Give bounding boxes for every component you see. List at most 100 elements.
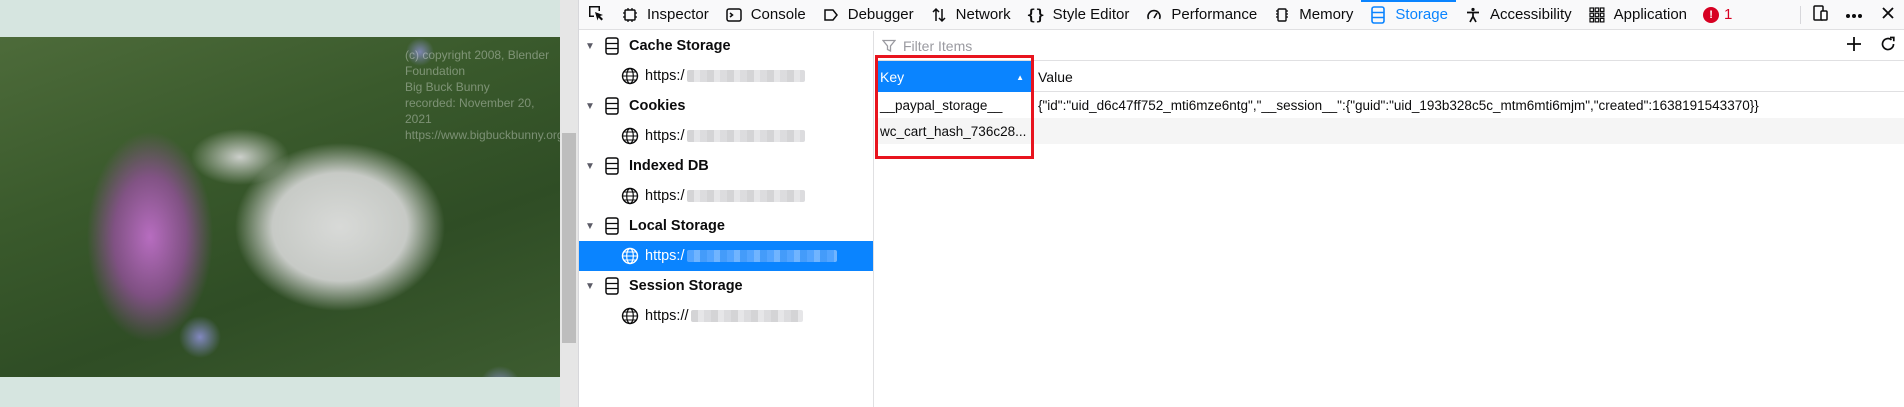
tree-item-label: https:/ [645, 68, 685, 84]
web-page-viewport: (c) copyright 2008, Blender Foundation B… [0, 0, 560, 407]
column-header-label: Value [1038, 68, 1073, 85]
tree-group-indexed-db[interactable]: ▼ Indexed DB [579, 151, 873, 181]
tree-item-label: https:/ [645, 188, 685, 204]
tree-group-label: Indexed DB [629, 158, 709, 174]
video-frame[interactable]: (c) copyright 2008, Blender Foundation B… [0, 37, 560, 377]
tab-label: Style Editor [1052, 6, 1130, 23]
application-icon [1588, 6, 1606, 24]
tab-label: Network [955, 6, 1011, 23]
tab-debugger[interactable]: Debugger [814, 0, 922, 30]
tree-item-origin-selected[interactable]: https:/ [579, 241, 873, 271]
tab-label: Storage [1395, 6, 1448, 23]
globe-icon [621, 247, 639, 265]
expanded-arrow-icon[interactable]: ▼ [585, 281, 599, 292]
cell-key[interactable]: __paypal_storage__ [875, 98, 1032, 113]
more-options-button[interactable] [1837, 0, 1871, 30]
refresh-button[interactable] [1871, 31, 1904, 61]
memory-icon [1273, 6, 1291, 24]
table-header: Key ▲ Value [875, 61, 1904, 92]
tab-style-editor[interactable]: {} Style Editor [1019, 0, 1138, 30]
tree-item-origin[interactable]: https:/ [579, 61, 873, 91]
debugger-icon [822, 6, 840, 24]
table-row[interactable]: wc_cart_hash_736c28... [875, 118, 1904, 144]
plus-icon [1846, 36, 1862, 56]
responsive-design-icon [1811, 4, 1829, 26]
page-scrollbar[interactable] [560, 0, 578, 407]
storage-icon [605, 97, 621, 115]
storage-icon [605, 157, 621, 175]
close-icon [1881, 6, 1895, 24]
error-icon: ! [1703, 6, 1720, 23]
tree-group-session-storage[interactable]: ▼ Session Storage [579, 271, 873, 301]
tab-label: Application [1613, 6, 1688, 23]
tab-console[interactable]: Console [717, 0, 814, 30]
error-count-badge[interactable]: ! 1 [1695, 6, 1740, 23]
ellipsis-icon [1845, 6, 1863, 23]
tree-group-cookies[interactable]: ▼ Cookies [579, 91, 873, 121]
tab-accessibility[interactable]: Accessibility [1456, 0, 1580, 30]
globe-icon [621, 307, 639, 325]
tab-label: Inspector [647, 6, 709, 23]
tree-item-origin[interactable]: https:/ [579, 181, 873, 211]
tree-item-origin[interactable]: https:/ [579, 121, 873, 151]
close-devtools-button[interactable] [1871, 0, 1904, 30]
sort-ascending-icon: ▲ [1016, 73, 1024, 82]
page-scrollbar-thumb[interactable] [562, 133, 576, 343]
storage-icon [605, 277, 621, 295]
tree-group-label: Cache Storage [629, 38, 731, 54]
element-picker-icon [587, 4, 605, 26]
refresh-icon [1880, 36, 1896, 56]
tab-label: Debugger [847, 6, 914, 23]
globe-icon [621, 127, 639, 145]
tree-group-label: Local Storage [629, 218, 725, 234]
column-header-label: Key [880, 68, 905, 85]
storage-icon [1369, 5, 1387, 24]
expanded-arrow-icon[interactable]: ▼ [585, 161, 599, 172]
storage-table-panel: Key ▲ Value __paypal_storage__ {"id":"ui… [875, 31, 1904, 407]
redacted-host [686, 130, 805, 142]
tab-label: Performance [1171, 6, 1258, 23]
tab-inspector[interactable]: Inspector [613, 0, 717, 30]
table-row[interactable]: __paypal_storage__ {"id":"uid_d6c47ff752… [875, 92, 1904, 118]
tab-storage[interactable]: Storage [1361, 0, 1456, 30]
redacted-host [686, 190, 805, 202]
redacted-host [690, 310, 803, 322]
tree-item-label: https:/ [645, 248, 685, 264]
responsive-design-button[interactable] [1803, 0, 1837, 30]
tab-application[interactable]: Application [1580, 0, 1695, 30]
tab-performance[interactable]: Performance [1137, 0, 1265, 30]
devtools-toolbar: Inspector Console Debugger Network {} St… [579, 0, 1904, 30]
tree-item-origin[interactable]: https:// [579, 301, 873, 331]
tree-group-local-storage[interactable]: ▼ Local Storage [579, 211, 873, 241]
expanded-arrow-icon[interactable]: ▼ [585, 101, 599, 112]
filter-bar [875, 31, 1904, 61]
globe-icon [621, 67, 639, 85]
network-icon [930, 6, 948, 24]
tab-network[interactable]: Network [922, 0, 1019, 30]
style-editor-icon: {} [1026, 5, 1045, 24]
tree-group-cache-storage[interactable]: ▼ Cache Storage [579, 31, 873, 61]
devtools-panel: Inspector Console Debugger Network {} St… [578, 0, 1904, 407]
tab-memory[interactable]: Memory [1265, 0, 1361, 30]
storage-tree: ▼ Cache Storage https:/ ▼ Cookies https:… [579, 31, 874, 407]
cell-value[interactable]: {"id":"uid_d6c47ff752_mti6mze6ntg","__se… [1032, 98, 1904, 113]
error-count: 1 [1724, 6, 1733, 23]
element-picker-button[interactable] [579, 0, 613, 30]
storage-icon [605, 217, 621, 235]
tree-group-label: Session Storage [629, 278, 743, 294]
cell-key[interactable]: wc_cart_hash_736c28... [875, 124, 1032, 139]
redacted-host [686, 250, 837, 262]
console-icon [725, 6, 743, 24]
add-item-button[interactable] [1837, 31, 1871, 61]
inspector-icon [621, 6, 639, 24]
expanded-arrow-icon[interactable]: ▼ [585, 221, 599, 232]
toolbar-separator [1800, 5, 1801, 24]
column-header-value[interactable]: Value [1032, 61, 1904, 92]
storage-icon [605, 37, 621, 55]
tree-group-label: Cookies [629, 98, 686, 114]
filter-items-input[interactable] [903, 37, 1837, 54]
globe-icon [621, 187, 639, 205]
expanded-arrow-icon[interactable]: ▼ [585, 41, 599, 52]
filter-icon [875, 39, 903, 53]
column-header-key[interactable]: Key ▲ [875, 61, 1032, 92]
